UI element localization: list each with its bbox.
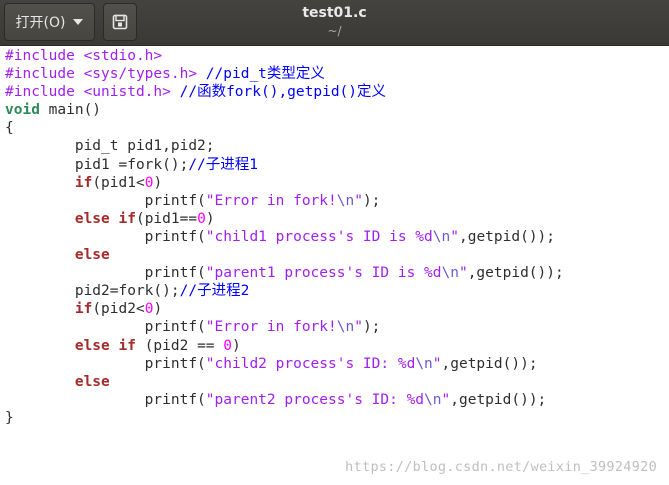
code-token: ) bbox=[153, 301, 163, 318]
code-token: if bbox=[118, 337, 136, 354]
code-token: \n bbox=[336, 192, 355, 209]
code-text: #include <stdio.h> #include <sys/types.h>… bbox=[5, 47, 564, 427]
code-token: "Error in fork! bbox=[205, 319, 337, 336]
code-token: #include <sys/types.h> bbox=[5, 66, 198, 83]
code-token: \n bbox=[441, 265, 459, 282]
code-token: main() bbox=[39, 102, 102, 119]
code-token: #include <unistd.h> bbox=[5, 84, 171, 101]
code-token: " bbox=[450, 228, 459, 245]
code-line: { bbox=[5, 119, 564, 137]
code-line: else if (pid2 == 0) bbox=[5, 337, 564, 355]
code-line: else if(pid1==0) bbox=[5, 210, 564, 228]
code-token: printf( bbox=[5, 319, 206, 336]
code-token: ,getpid()); bbox=[458, 228, 556, 245]
code-token: #include <stdio.h> bbox=[5, 48, 163, 64]
code-token: "parent1 process's ID is %d bbox=[205, 265, 442, 282]
code-token: "child1 process's ID is %d bbox=[205, 228, 433, 245]
code-editor[interactable]: #include <stdio.h> #include <sys/types.h>… bbox=[0, 46, 669, 485]
code-token: ,getpid()); bbox=[450, 391, 547, 408]
code-line: else bbox=[5, 246, 564, 264]
code-token: pid1 =fork(); bbox=[5, 156, 189, 173]
code-token: \n bbox=[336, 319, 355, 336]
header-bar: 打开(O) test01.c ~/ bbox=[0, 0, 669, 46]
code-token: printf( bbox=[5, 355, 206, 372]
code-token: else bbox=[74, 373, 110, 390]
code-token: ,getpid()); bbox=[441, 355, 538, 372]
code-token: pid_t pid1,pid2; bbox=[5, 138, 215, 155]
code-line: pid2=fork();//子进程2 bbox=[5, 282, 564, 300]
code-line: #include <unistd.h> //函数fork(),getpid()定… bbox=[5, 83, 564, 101]
code-line: printf("Error in fork!\n"); bbox=[5, 192, 564, 210]
code-token: ) bbox=[205, 210, 215, 227]
code-token: void bbox=[5, 102, 40, 119]
code-token: //子进程2 bbox=[179, 283, 250, 300]
code-token: //子进程1 bbox=[188, 156, 259, 173]
code-token: 0 bbox=[197, 210, 206, 227]
watermark: https://blog.csdn.net/weixin_39924920 bbox=[345, 459, 657, 475]
code-token: ) bbox=[232, 337, 241, 354]
code-token: " bbox=[354, 192, 363, 209]
code-token: ) bbox=[153, 174, 163, 191]
code-token: " bbox=[354, 319, 363, 336]
code-token: if bbox=[74, 301, 93, 318]
window-subtitle: ~/ bbox=[327, 24, 342, 38]
code-token: \n bbox=[424, 391, 442, 408]
code-token: 0 bbox=[223, 337, 233, 354]
code-token: printf( bbox=[5, 391, 206, 408]
code-line: printf("parent2 process's ID: %d\n",getp… bbox=[5, 391, 564, 409]
code-line: #include <stdio.h> bbox=[5, 47, 564, 65]
code-token: if bbox=[118, 210, 136, 227]
code-token: printf( bbox=[5, 265, 206, 282]
code-line: printf("child2 process's ID: %d\n",getpi… bbox=[5, 355, 564, 373]
code-line: else bbox=[5, 373, 564, 391]
code-line: void main() bbox=[5, 101, 564, 119]
code-token: " bbox=[441, 391, 451, 408]
code-token: " bbox=[432, 355, 442, 372]
code-line: printf("parent1 process's ID is %d\n",ge… bbox=[5, 264, 564, 282]
window-title: test01.c bbox=[302, 5, 367, 21]
code-token: if bbox=[74, 174, 93, 191]
code-line: } bbox=[5, 409, 564, 427]
code-token: ); bbox=[362, 192, 381, 209]
code-token: ); bbox=[362, 319, 381, 336]
code-token: (pid2< bbox=[92, 301, 145, 318]
code-token: (pid2 == bbox=[135, 337, 224, 354]
code-token: printf( bbox=[5, 192, 206, 209]
code-token: (pid1< bbox=[92, 174, 145, 191]
code-token: pid2=fork(); bbox=[5, 283, 180, 300]
code-token: ,getpid()); bbox=[467, 265, 564, 282]
code-token: printf( bbox=[5, 228, 206, 245]
code-token: } bbox=[5, 409, 14, 426]
code-token: //pid_t类型定义 bbox=[205, 66, 325, 83]
code-line: printf("Error in fork!\n"); bbox=[5, 318, 564, 336]
code-token: else bbox=[74, 337, 110, 354]
code-token: else bbox=[74, 210, 110, 227]
code-line: pid1 =fork();//子进程1 bbox=[5, 156, 564, 174]
code-token: " bbox=[458, 265, 468, 282]
code-token: { bbox=[5, 120, 14, 137]
code-line: #include <sys/types.h> //pid_t类型定义 bbox=[5, 65, 564, 83]
code-token: \n bbox=[432, 228, 451, 245]
code-token: \n bbox=[415, 355, 433, 372]
code-token: "Error in fork! bbox=[205, 192, 337, 209]
code-token: "parent2 process's ID: %d bbox=[205, 391, 425, 408]
code-line: if(pid2<0) bbox=[5, 300, 564, 318]
code-token: (pid1== bbox=[135, 210, 198, 227]
code-token: "child2 process's ID: %d bbox=[205, 355, 416, 372]
code-line: printf("child1 process's ID is %d\n",get… bbox=[5, 228, 564, 246]
code-line: if(pid1<0) bbox=[5, 174, 564, 192]
code-line: pid_t pid1,pid2; bbox=[5, 137, 564, 155]
code-token: //函数fork(),getpid()定义 bbox=[179, 84, 387, 101]
code-token: else bbox=[74, 247, 110, 264]
